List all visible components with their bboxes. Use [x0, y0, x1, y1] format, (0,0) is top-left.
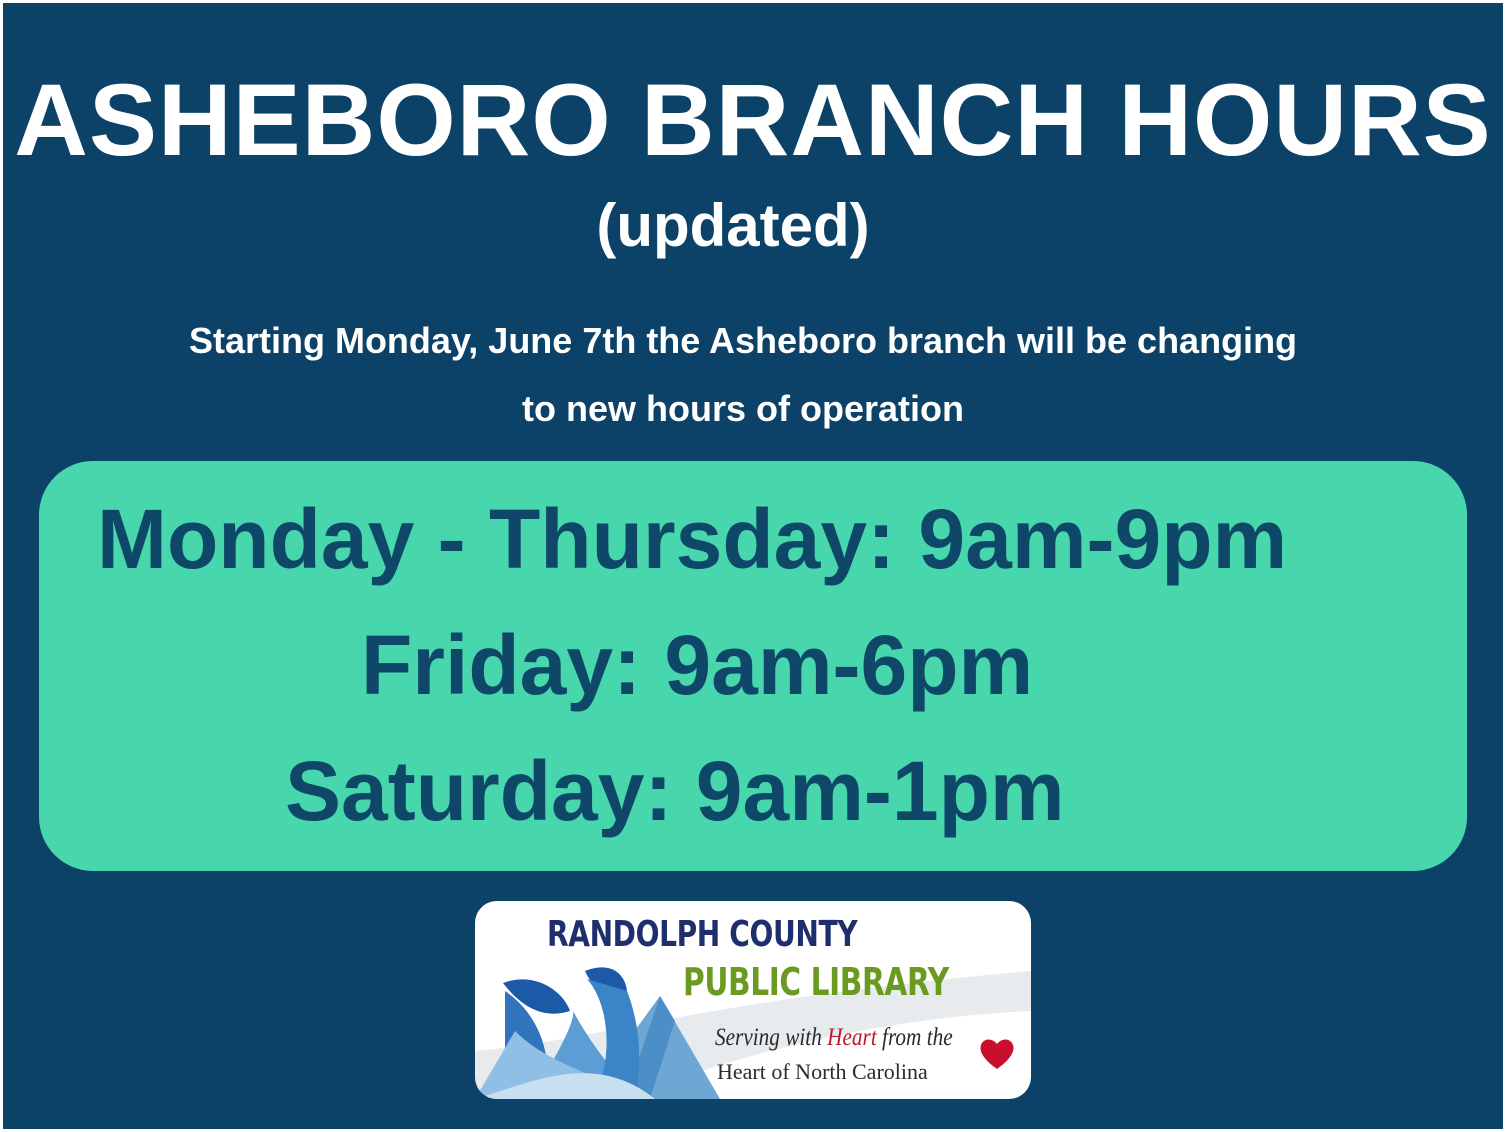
hours-saturday: Saturday: 9am-1pm [285, 744, 1065, 838]
hours-friday: Friday: 9am-6pm [361, 618, 1034, 712]
logo-tagline-heart: Heart [827, 1024, 877, 1051]
heart-icon [980, 1039, 1014, 1069]
library-logo: RANDOLPH COUNTY PUBLIC LIBRARY Serving w… [475, 901, 1031, 1099]
logo-tagline: Serving with Heart from the [715, 1023, 953, 1053]
logo-tagline-line2: Heart of North Carolina [717, 1059, 928, 1084]
page-subtitle: (updated) [596, 192, 870, 259]
logo-tagline-part1: Serving with [715, 1024, 828, 1051]
hours-monday-thursday: Monday - Thursday: 9am-9pm [97, 492, 1288, 586]
flyer: ASHEBORO BRANCH HOURS (updated) Starting… [3, 3, 1503, 1129]
hours-panel: Monday - Thursday: 9am-9pm Friday: 9am-6… [39, 461, 1467, 871]
notice-text: Starting Monday, June 7th the Asheboro b… [3, 307, 1483, 443]
logo-tagline-part2: from the [876, 1024, 953, 1051]
notice-line-1: Starting Monday, June 7th the Asheboro b… [188, 320, 1298, 361]
logo-line-1: RANDOLPH COUNTY [547, 914, 858, 955]
page-title: ASHEBORO BRANCH HOURS [14, 63, 1492, 177]
notice-line-2: to new hours of operation [522, 388, 964, 429]
logo-line-2: PUBLIC LIBRARY [683, 960, 949, 1004]
